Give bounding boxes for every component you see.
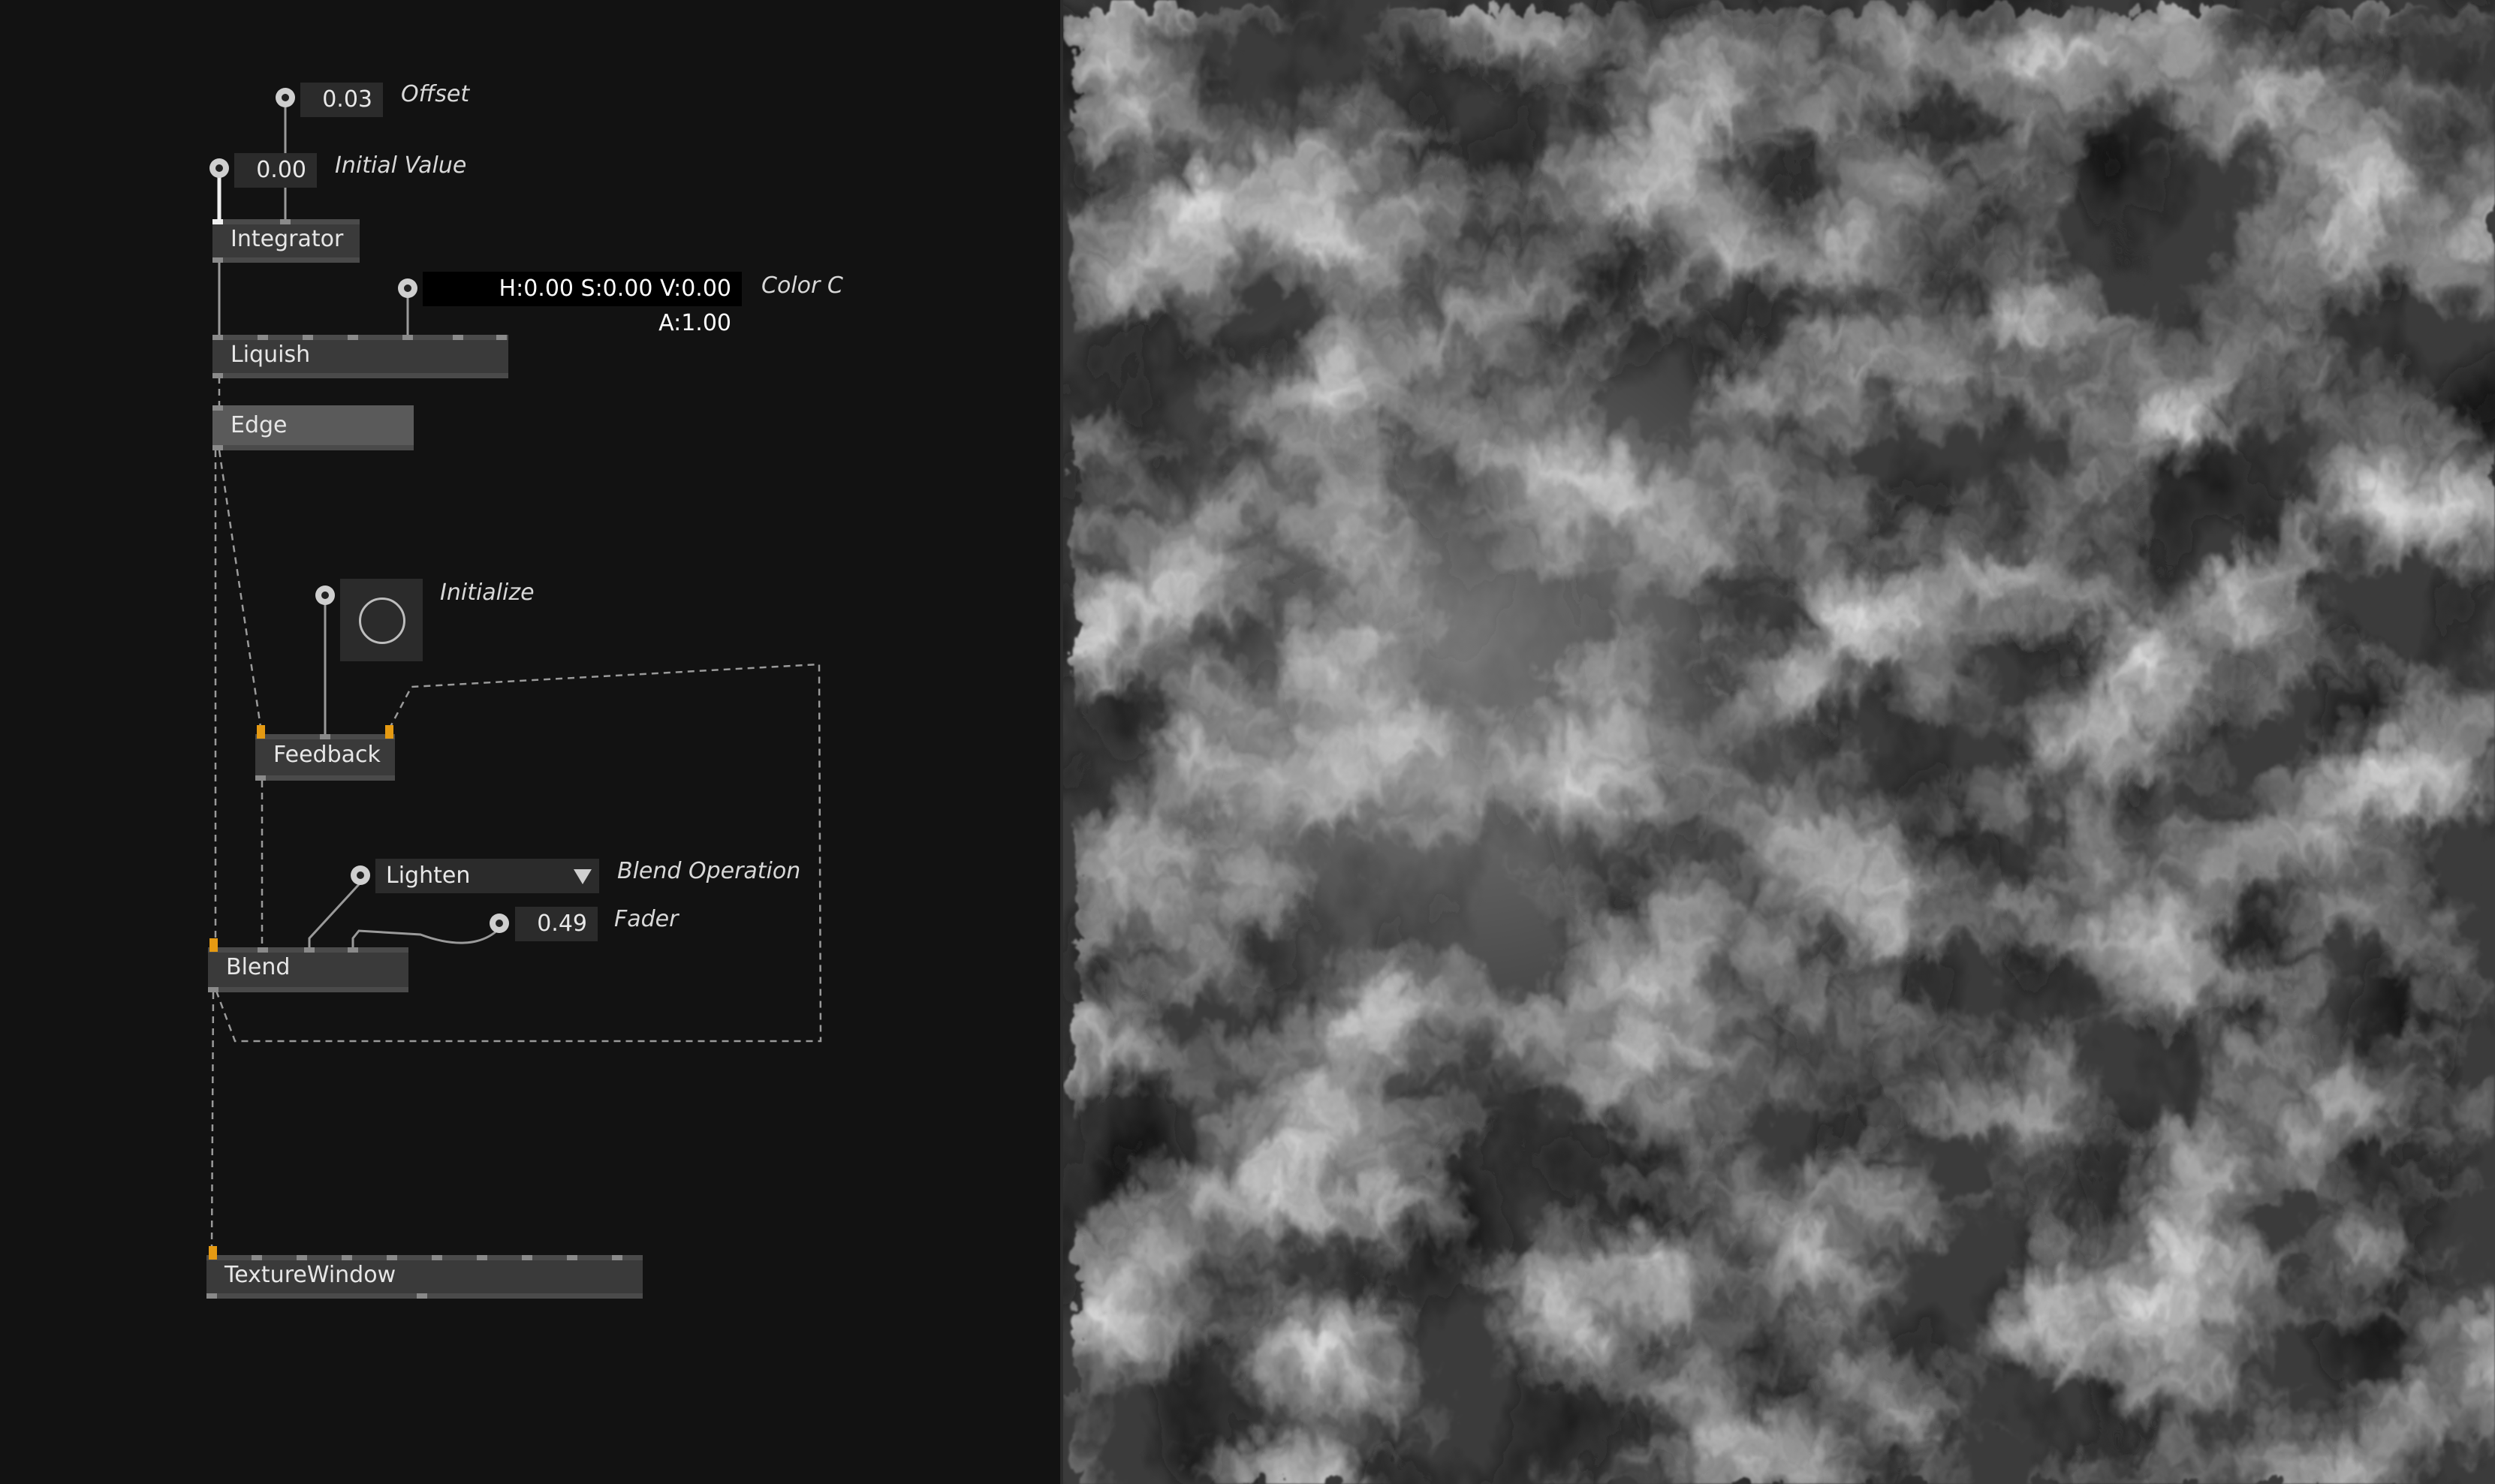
initialize-label: Initialize <box>440 579 535 606</box>
texture-window-pin-4[interactable] <box>342 1255 352 1260</box>
liquish-pin-1[interactable] <box>212 335 223 340</box>
offset-value-box[interactable]: 0.03 <box>300 83 383 117</box>
edge-output-pins <box>212 445 414 450</box>
integrator-pin-2[interactable] <box>280 219 291 224</box>
feedback-pin-1[interactable] <box>257 725 265 739</box>
liquish-pin-6[interactable] <box>453 335 463 340</box>
blend-operation-label: Blend Operation <box>617 858 801 884</box>
liquish-node[interactable]: Liquish <box>212 335 508 378</box>
wire-edge-feedback <box>218 450 262 727</box>
texture-window-out-pin-2[interactable] <box>417 1293 427 1299</box>
feedback-pin-2[interactable] <box>320 734 330 739</box>
edge-input-pins <box>212 405 414 411</box>
feedback-output-pins <box>255 775 395 781</box>
feedback-out-pin[interactable] <box>255 775 266 781</box>
blend-pin-2[interactable] <box>258 947 268 953</box>
texture-window-pin-10[interactable] <box>612 1255 622 1260</box>
texture-window-pin-7[interactable] <box>477 1255 487 1260</box>
texture-window-out-pin-1[interactable] <box>206 1293 217 1299</box>
blend-pin-3[interactable] <box>304 947 315 953</box>
feedback-node[interactable]: Feedback <box>255 725 395 781</box>
blend-label: Blend <box>226 954 291 980</box>
feedback-pin-3[interactable] <box>385 725 393 739</box>
initial-value-pin-icon[interactable] <box>209 158 229 178</box>
integrator-pin-1[interactable] <box>212 219 223 224</box>
liquish-pin-4[interactable] <box>348 335 358 340</box>
blend-input-pins <box>208 938 408 953</box>
edge-label: Edge <box>231 412 288 438</box>
dropdown-triangle-icon <box>574 869 592 884</box>
texture-window-output-pins <box>206 1293 643 1299</box>
initial-value-label: Initial Value <box>335 152 467 179</box>
blend-node[interactable]: Blend <box>208 938 408 992</box>
liquish-pin-3[interactable] <box>303 335 313 340</box>
liquish-pin-2[interactable] <box>258 335 268 340</box>
initialize-pin-icon[interactable] <box>315 585 335 605</box>
wire-fader-blend <box>351 927 501 947</box>
circle-bang-icon <box>359 598 405 644</box>
integrator-node[interactable]: Integrator <box>212 219 360 263</box>
offset-value: 0.03 <box>322 86 372 113</box>
integrator-output-pins <box>212 257 360 263</box>
texture-window-pin-3[interactable] <box>297 1255 307 1260</box>
initial-value-box[interactable]: 0.00 <box>234 153 317 188</box>
offset-pin-icon[interactable] <box>276 88 295 107</box>
wire-blend-texturewindow <box>210 992 215 1251</box>
texture-window-pin-6[interactable] <box>432 1255 442 1260</box>
edge-out-pin[interactable] <box>212 445 223 450</box>
initialize-bang-button[interactable] <box>340 579 423 661</box>
blend-operation-pin-icon[interactable] <box>351 865 370 885</box>
texture-window-pin-1[interactable] <box>209 1246 217 1260</box>
liquish-input-pins <box>212 335 508 340</box>
color-c-value-box[interactable]: H:0.00 S:0.00 V:0.00 A:1.00 <box>423 272 742 336</box>
blend-pin-4[interactable] <box>348 947 358 953</box>
blend-out-pin[interactable] <box>208 987 218 992</box>
blend-pin-1[interactable] <box>209 938 218 952</box>
offset-label: Offset <box>401 81 470 107</box>
integrator-out-pin[interactable] <box>212 257 223 263</box>
integrator-label: Integrator <box>231 226 344 252</box>
fader-value: 0.49 <box>537 911 587 937</box>
texture-window-node[interactable]: TextureWindow <box>206 1246 643 1299</box>
texture-window-pin-2[interactable] <box>252 1255 262 1260</box>
fader-value-box[interactable]: 0.49 <box>515 907 598 941</box>
liquish-pin-7[interactable] <box>496 335 507 340</box>
liquish-out-pin[interactable] <box>212 373 223 378</box>
color-c-pin-icon[interactable] <box>398 278 417 298</box>
edge-node[interactable]: Edge <box>212 405 414 450</box>
fader-label: Fader <box>614 906 679 932</box>
feedback-input-pins <box>255 725 395 739</box>
texture-window-pin-8[interactable] <box>522 1255 532 1260</box>
smoke-texture-output <box>1063 0 2495 1484</box>
liquish-pin-5[interactable] <box>402 335 413 340</box>
initial-value-value: 0.00 <box>256 157 306 183</box>
feedback-label: Feedback <box>273 742 381 768</box>
liquish-output-pins <box>212 373 508 378</box>
blend-output-pins <box>208 987 408 992</box>
texture-render-view <box>1063 0 2495 1484</box>
texture-window-pin-9[interactable] <box>567 1255 577 1260</box>
integrator-input-pins <box>212 219 360 224</box>
blend-operation-value: Lighten <box>386 862 471 889</box>
edge-pin-1[interactable] <box>212 405 223 411</box>
color-c-label: Color C <box>761 272 843 299</box>
liquish-label: Liquish <box>231 342 311 368</box>
texture-window-pin-5[interactable] <box>387 1255 397 1260</box>
texture-window-label: TextureWindow <box>224 1262 396 1288</box>
blend-operation-dropdown[interactable]: Lighten <box>375 859 599 893</box>
patch-editor[interactable]: 0.03 Offset 0.00 Initial Value Integrato… <box>0 0 1060 1484</box>
texture-window-input-pins <box>206 1246 643 1260</box>
fader-pin-icon[interactable] <box>490 914 509 933</box>
